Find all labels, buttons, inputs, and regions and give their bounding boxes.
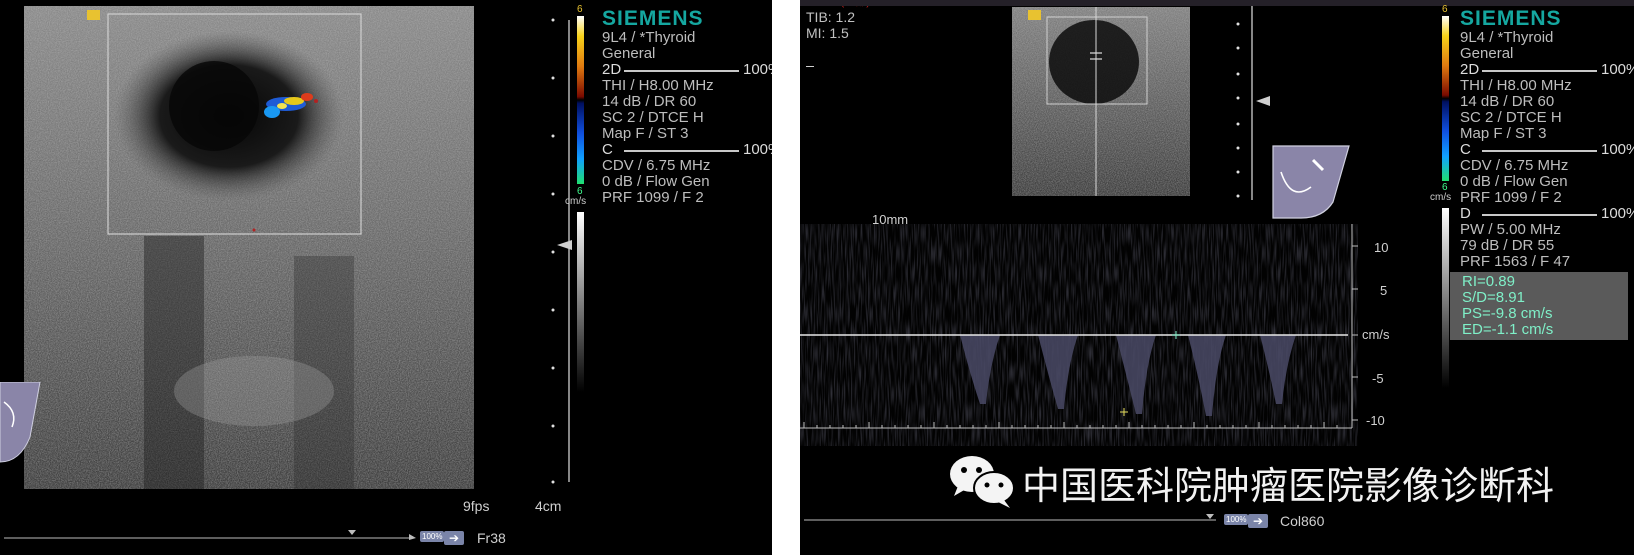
- measure-sd: S/D=8.91: [1462, 289, 1525, 306]
- gray-map-bar: [577, 212, 584, 392]
- mode-2d-percent: 100%: [743, 61, 772, 78]
- mode-d-percent: 100%: [1601, 205, 1634, 222]
- param-c-3: PRF 1099 / F 2: [602, 189, 704, 206]
- depth-scale: [1236, 6, 1270, 200]
- colorbar-unit: cm/s: [565, 196, 587, 207]
- param-2d-2: 14 dB / DR 60: [602, 93, 697, 110]
- wechat-icon: [948, 452, 1018, 510]
- param-2d-2: 14 dB / DR 60: [1460, 93, 1555, 110]
- siemens-logo: SIEMENS: [1460, 7, 1562, 30]
- param-2d-1: THI / H8.00 MHz: [1460, 77, 1572, 94]
- preset-category: General: [1460, 45, 1514, 62]
- color-velocity-bar: [577, 16, 584, 184]
- mode-2d-label: 2D: [602, 61, 622, 78]
- depth-label: 4cm: [535, 498, 562, 514]
- frame-rate: 9fps: [463, 498, 490, 514]
- measure-ps: PS=-9.8 cm/s: [1462, 305, 1553, 322]
- collection-label: Col860: [1280, 513, 1325, 529]
- param-c-2: 0 dB / Flow Gen: [1460, 173, 1568, 190]
- tick-10: 10: [1374, 240, 1389, 255]
- param-2d-1: THI / H8.00 MHz: [602, 77, 714, 94]
- spectral-doppler-trace: [800, 224, 1358, 446]
- mode-c-row: C 100%: [602, 142, 772, 158]
- colorbar-top-label: 6: [1442, 4, 1448, 15]
- colorbar-top-label: 6: [577, 4, 583, 15]
- watermark-text: 中国医科院肿瘤医院影像诊断科: [1022, 464, 1555, 508]
- mode-2d-row: 2D 100%: [1460, 62, 1634, 78]
- param-2d-3: SC 2 / DTCE H: [1460, 109, 1562, 126]
- param-c-3: PRF 1099 / F 2: [1460, 189, 1562, 206]
- colorbar-unit: cm/s: [1430, 192, 1452, 203]
- mode-d-row: D 100%: [1460, 206, 1634, 222]
- siemens-logo: SIEMENS: [602, 7, 704, 30]
- tib-index: TIB: 1.2: [806, 9, 856, 25]
- color-velocity-bar: [1442, 16, 1449, 181]
- cine-timeline[interactable]: [804, 512, 1224, 526]
- transducer-preset: 9L4 / *Thyroid: [1460, 29, 1554, 46]
- mode-d-label: D: [1460, 205, 1471, 222]
- zoom-tag: 100%: [420, 531, 445, 542]
- mode-c-percent: 100%: [1601, 141, 1634, 158]
- next-frame-button[interactable]: ➔: [444, 531, 464, 545]
- param-d-1: PW / 5.00 MHz: [1460, 221, 1561, 238]
- probe-body-marker-icon: [1271, 142, 1353, 222]
- frame-number: Fr38: [477, 530, 506, 546]
- param-c-1: CDV / 6.75 MHz: [602, 157, 711, 174]
- mode-c-label: C: [1460, 141, 1471, 158]
- tick-minus-10: -10: [1366, 413, 1385, 428]
- mode-c-row: C 100%: [1460, 142, 1634, 158]
- mode-2d-percent: 100%: [1601, 61, 1634, 78]
- left-ultrasound-panel: 6 6 cm/s SIEMENS 9L4 / *Thyroid General …: [0, 0, 772, 555]
- probe-body-marker-icon: [0, 381, 46, 464]
- mode-2d-label: 2D: [1460, 61, 1480, 78]
- param-2d-4: Map F / ST 3: [1460, 125, 1547, 142]
- next-frame-button[interactable]: ➔: [1248, 514, 1268, 528]
- depth-scale: [551, 18, 572, 484]
- param-c-1: CDV / 6.75 MHz: [1460, 157, 1569, 174]
- mode-2d-row: 2D 100%: [602, 62, 772, 78]
- gray-map-bar: [1442, 208, 1449, 388]
- measure-ri: RI=0.89: [1462, 273, 1515, 290]
- right-doppler-panel: < 1 - 4 (全部) > TIB: 1.2 MI: 1.5: [800, 0, 1634, 555]
- doppler-reference-image: [1012, 7, 1190, 196]
- right-parameter-info: SIEMENS 9L4 / *Thyroid General 2D 100% T…: [1460, 8, 1634, 270]
- mode-c-percent: 100%: [743, 141, 772, 158]
- transducer-preset: 9L4 / *Thyroid: [602, 29, 696, 46]
- mi-index: MI: 1.5: [806, 25, 849, 41]
- param-d-2: 79 dB / DR 55: [1460, 237, 1555, 254]
- left-parameter-info: SIEMENS 9L4 / *Thyroid General 2D 100% T…: [602, 8, 772, 206]
- doppler-measurements: RI=0.89 S/D=8.91 PS=-9.8 cm/s ED=-1.1 cm…: [1450, 272, 1628, 340]
- zoom-tag: 100%: [1224, 514, 1249, 525]
- param-2d-4: Map F / ST 3: [602, 125, 689, 142]
- cine-timeline[interactable]: [4, 528, 424, 542]
- tick-minus-5: -5: [1372, 371, 1384, 386]
- mode-c-label: C: [602, 141, 613, 158]
- bmode-ultrasound-image: [24, 6, 474, 489]
- measure-ed: ED=-1.1 cm/s: [1462, 321, 1554, 338]
- param-d-3: PRF 1563 / F 47: [1460, 253, 1571, 270]
- tick-cm-s: cm/s: [1362, 327, 1390, 342]
- param-c-2: 0 dB / Flow Gen: [602, 173, 710, 190]
- param-2d-3: SC 2 / DTCE H: [602, 109, 704, 126]
- preset-category: General: [602, 45, 656, 62]
- tick-5: 5: [1380, 283, 1388, 298]
